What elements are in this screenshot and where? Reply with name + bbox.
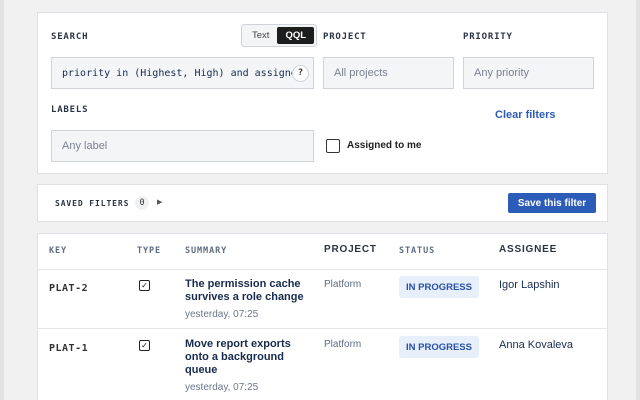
priority-select[interactable]: Any priority [463,57,594,89]
table-row[interactable]: PLAT-1 ✓ Move report exports onto a back… [38,330,607,393]
issue-type: ✓ [139,340,150,351]
task-checkbox-icon: ✓ [139,340,150,351]
header-assignee[interactable]: ASSIGNEE [499,244,557,255]
header-type[interactable]: TYPE [137,246,161,256]
project-label: PROJECT [323,32,367,42]
mode-qql-tab[interactable]: QQL [277,27,315,44]
status-badge[interactable]: IN PROGRESS [399,336,479,358]
table-row[interactable]: PLAT-2 ✓ The permission cache survives a… [38,270,607,330]
issue-project: Platform [324,279,362,290]
issue-key[interactable]: PLAT-2 [49,283,88,294]
query-text: priority in (Highest, High) and assignee… [62,67,292,79]
issue-key[interactable]: PLAT-1 [49,343,88,354]
issue-type: ✓ [139,280,150,291]
caret-right-icon[interactable]: ▶ [157,198,162,206]
project-placeholder: All projects [334,67,388,79]
priority-placeholder: Any priority [474,67,530,79]
assigned-to-me-checkbox[interactable] [326,139,340,153]
issue-assignee: Anna Kovaleva [499,339,573,351]
project-select[interactable]: All projects [323,57,454,89]
labels-placeholder: Any label [62,140,108,152]
header-status[interactable]: STATUS [399,246,435,256]
help-icon[interactable]: ? [292,64,309,82]
status-badge[interactable]: IN PROGRESS [399,276,479,298]
issue-summary[interactable]: Move report exports onto a background qu… [185,338,313,393]
labels-label: LABELS [51,105,89,115]
mode-text-tab[interactable]: Text [244,27,277,44]
summary-timestamp: yesterday, 07:25 [185,309,259,320]
query-input[interactable]: priority in (Highest, High) and assignee… [51,57,314,89]
header-key[interactable]: KEY [49,246,67,256]
assigned-to-me-label[interactable]: Assigned to me [347,140,421,151]
priority-label: PRIORITY [463,32,513,42]
right-scroll-rail [636,0,640,400]
save-filter-button[interactable]: Save this filter [508,193,596,213]
issue-summary[interactable]: The permission cache survives a role cha… [185,278,313,320]
summary-title[interactable]: The permission cache survives a role cha… [185,278,313,304]
issues-table: KEY TYPE SUMMARY PROJECT STATUS ASSIGNEE… [37,233,608,400]
filter-panel: SEARCH Text QQL priority in (Highest, Hi… [37,12,608,174]
clear-filters-link[interactable]: Clear filters [495,109,556,121]
saved-filters-bar: SAVED FILTERS 0 ▶ Save this filter [37,184,608,222]
summary-title[interactable]: Move report exports onto a background qu… [185,338,313,377]
header-project[interactable]: PROJECT [324,244,377,255]
task-checkbox-icon: ✓ [139,280,150,291]
search-mode-toggle: Text QQL [241,24,318,47]
row-divider [38,328,607,329]
labels-input[interactable]: Any label [51,130,314,162]
saved-filters-count-badge: 0 [135,196,149,210]
search-label: SEARCH [51,32,89,42]
left-scroll-rail [0,0,4,400]
summary-timestamp: yesterday, 07:25 [185,382,259,393]
header-summary[interactable]: SUMMARY [185,246,227,256]
saved-filters-toggle[interactable]: SAVED FILTERS [55,199,129,208]
issue-project: Platform [324,339,362,350]
issue-assignee: Igor Lapshin [499,279,560,291]
